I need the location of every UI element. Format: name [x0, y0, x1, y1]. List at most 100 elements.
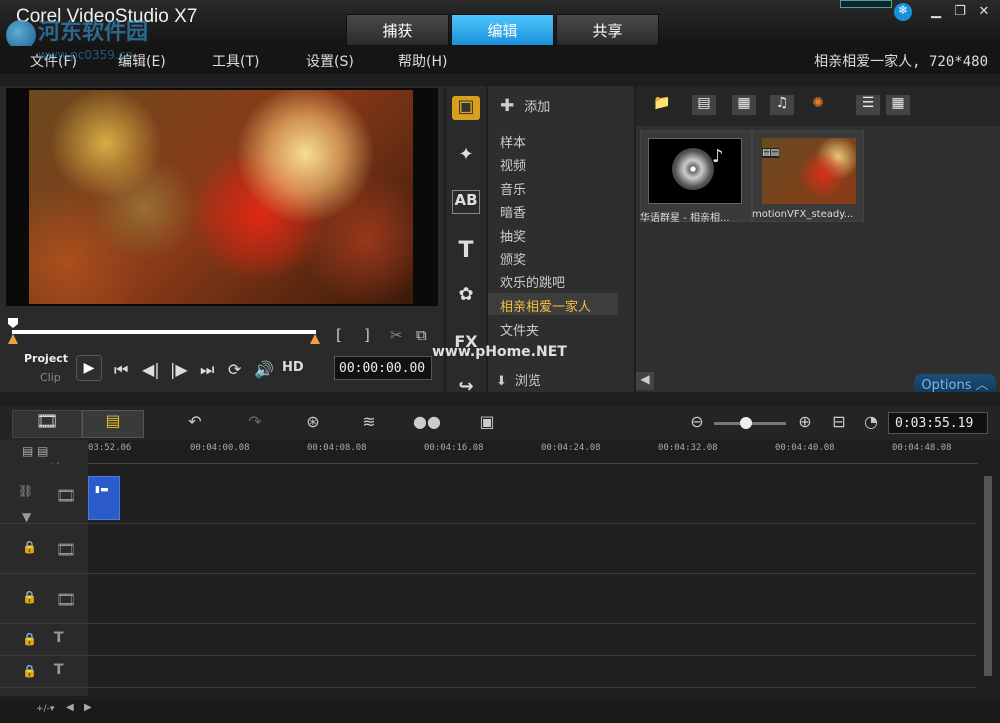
mark-in-button[interactable]: [: [336, 326, 342, 344]
timeline-view-button[interactable]: ▤: [82, 410, 144, 438]
transition-icon[interactable]: AB: [452, 190, 480, 214]
library-item[interactable]: 暗香: [500, 202, 526, 221]
title-track-2[interactable]: [88, 656, 976, 688]
timeline-horizontal-scrollbar[interactable]: [0, 700, 1000, 723]
show-audio-icon[interactable]: ♫: [770, 95, 794, 115]
menu-tools[interactable]: 工具(T): [212, 51, 259, 71]
overlay-track-icon[interactable]: 🎞: [56, 540, 76, 559]
zoom-in-icon[interactable]: ⊕: [790, 412, 820, 434]
show-photo-icon[interactable]: ▦: [732, 95, 756, 115]
library-item[interactable]: 视频: [500, 155, 526, 174]
undo-icon[interactable]: ↶: [180, 412, 210, 434]
link-icon[interactable]: ⛓: [18, 484, 33, 498]
mark-out-button[interactable]: ]: [364, 326, 370, 344]
minimize-icon[interactable]: ▁: [926, 4, 946, 20]
library-item[interactable]: 音乐: [500, 179, 526, 198]
scrubber-track[interactable]: [12, 330, 316, 334]
overlay-track-2[interactable]: [88, 574, 976, 624]
preview-image: [29, 90, 413, 304]
storyboard-view-button[interactable]: 🎞: [12, 410, 82, 438]
overlay-track[interactable]: [88, 524, 976, 574]
film-strip-icon: 🎞: [35, 411, 59, 432]
sound-mixer-icon[interactable]: ≋: [354, 412, 384, 434]
scroll-left-icon[interactable]: ◀: [66, 702, 74, 713]
ruler-tick: 00:04:00.08: [190, 443, 250, 453]
subtitle-editor-icon[interactable]: ▣: [472, 412, 502, 434]
lock-icon[interactable]: 🔒: [22, 590, 37, 604]
snowflake-icon[interactable]: ❄: [894, 3, 912, 21]
go-to-start-icon[interactable]: ⏮: [114, 360, 128, 380]
overlay-track-icon[interactable]: 🎞: [56, 590, 76, 609]
zoom-slider-handle[interactable]: [740, 417, 752, 429]
project-info: 相亲相爱一家人, 720*480: [814, 54, 988, 70]
show-video-icon[interactable]: ▤: [692, 95, 716, 115]
thumbnail-view-icon[interactable]: ▦: [886, 95, 910, 115]
clip-mode-label[interactable]: Clip: [40, 371, 61, 384]
repeat-icon[interactable]: ⟳: [228, 360, 241, 379]
volume-icon[interactable]: 🔊: [254, 360, 274, 379]
list-view-icon[interactable]: ☰: [856, 95, 880, 115]
timeline-vertical-scrollbar[interactable]: [984, 476, 992, 676]
library-item[interactable]: 颁奖: [500, 249, 526, 268]
lock-icon[interactable]: 🔒: [22, 632, 37, 646]
folder-icon[interactable]: 📁: [650, 95, 674, 115]
add-folder-button[interactable]: ✚ 添加: [500, 96, 550, 116]
lock-icon[interactable]: 🔒: [22, 540, 37, 554]
scissors-icon[interactable]: ✂: [390, 326, 403, 344]
graphic-icon[interactable]: ✿: [452, 284, 480, 308]
scroll-right-icon[interactable]: ▶: [84, 702, 92, 713]
sort-icon[interactable]: ✺: [806, 95, 830, 115]
restore-icon[interactable]: ❐: [950, 4, 970, 20]
record-capture-icon[interactable]: ⊛: [298, 412, 328, 434]
previous-frame-icon[interactable]: ◀|: [142, 360, 160, 379]
menu-settings[interactable]: 设置(S): [306, 51, 354, 71]
tab-capture[interactable]: 捕获: [346, 14, 449, 46]
track-manager-icon[interactable]: ▤ ▤: [22, 444, 49, 458]
browse-button[interactable]: ⬇ 浏览: [496, 370, 541, 389]
timeline-icon: ▤: [105, 411, 121, 430]
project-mode-label[interactable]: Project: [24, 352, 68, 365]
library-item[interactable]: 文件夹: [500, 320, 539, 339]
tab-edit[interactable]: 编辑: [451, 14, 554, 46]
library-item[interactable]: 欢乐的跳吧: [500, 272, 565, 291]
tab-share[interactable]: 共享: [556, 14, 659, 46]
library-item[interactable]: 抽奖: [500, 226, 526, 245]
title-track-2-header: 🔒 T: [0, 656, 88, 688]
lock-icon[interactable]: 🔒: [22, 664, 37, 678]
instant-project-icon[interactable]: ✦: [452, 144, 480, 168]
overlay-track-header: 🔒 🎞: [0, 524, 88, 574]
auto-music-icon[interactable]: ●●: [412, 412, 442, 434]
add-track-icon[interactable]: +/-▾: [36, 704, 54, 714]
clock-icon: ◔: [864, 412, 878, 431]
media-icon[interactable]: ▣: [452, 96, 480, 120]
video-track-icon[interactable]: 🎞: [56, 486, 76, 505]
video-track[interactable]: [88, 464, 976, 524]
video-track-header: ⛓ 🎞 ▼: [0, 464, 88, 524]
options-button[interactable]: Options ︿: [914, 374, 996, 393]
next-frame-icon[interactable]: |▶: [170, 360, 188, 379]
title-track-icon[interactable]: T: [54, 630, 64, 646]
fit-project-icon[interactable]: ⊟: [824, 412, 854, 434]
title-icon[interactable]: T: [452, 238, 480, 263]
hd-button[interactable]: HD: [282, 360, 304, 375]
menu-help[interactable]: 帮助(H): [398, 51, 447, 71]
ruler-tick: 03:52.06: [88, 443, 132, 453]
browse-label: 浏览: [514, 374, 541, 389]
zoom-out-icon[interactable]: ⊖: [682, 412, 712, 434]
play-button[interactable]: ▶: [76, 355, 102, 381]
timecode-field[interactable]: 00:00:00.00: [334, 356, 432, 380]
redo-icon[interactable]: ↷: [240, 412, 270, 434]
video-clip[interactable]: ▮▬: [88, 476, 120, 520]
close-icon[interactable]: ✕: [974, 4, 994, 20]
path-icon[interactable]: ↪: [452, 376, 480, 400]
title-track[interactable]: [88, 624, 976, 656]
title-track-icon[interactable]: T: [54, 662, 64, 678]
library-item-selected[interactable]: 相亲相爱一家人: [500, 296, 591, 315]
library-item[interactable]: 样本: [500, 132, 526, 151]
collapse-library-icon[interactable]: ◀: [636, 372, 654, 390]
go-to-end-icon[interactable]: ⏭: [200, 360, 214, 380]
ruler-tick: 00:04:48.08: [892, 443, 952, 453]
progress-indicator: [840, 0, 892, 8]
expand-icon[interactable]: ▼: [22, 510, 31, 524]
enlarge-icon[interactable]: ⧉: [416, 326, 427, 344]
